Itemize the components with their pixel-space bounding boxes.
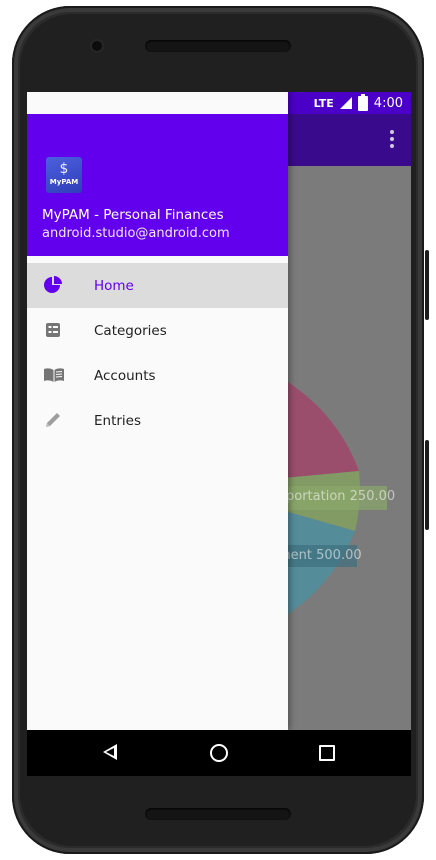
screen: portation 250.00 ment 500.00 N LTE 4:00 … [27, 92, 411, 776]
system-nav-bar [27, 730, 411, 776]
lte-icon: LTE [313, 96, 334, 110]
status-time: 4:00 [373, 95, 403, 111]
home-circle-icon[interactable] [210, 744, 228, 762]
battery-icon [357, 93, 368, 111]
drawer-app-name: MyPAM - Personal Finances [42, 207, 224, 223]
pencil-icon [46, 413, 60, 427]
list-icon [46, 323, 60, 337]
drawer-item-entries[interactable]: Entries [27, 398, 288, 443]
drawer-item-label: Accounts [94, 367, 156, 384]
earpiece-speaker [145, 40, 291, 52]
dollar-icon: $ [59, 161, 69, 177]
drawer-item-label: Home [94, 277, 134, 294]
drawer-item-label: Entries [94, 412, 142, 429]
drawer-menu: Home Categories Accounts Entries [27, 263, 288, 443]
volume-button [425, 250, 429, 320]
drawer-header: $ MyPAM MyPAM - Personal Finances androi… [27, 114, 288, 256]
front-camera [92, 41, 102, 51]
app-logo: $ MyPAM [46, 157, 82, 193]
pie-chart-icon [44, 276, 62, 293]
signal-icon [339, 97, 352, 109]
logo-text: MyPAM [49, 178, 79, 186]
book-icon [44, 368, 64, 382]
bottom-speaker [145, 808, 291, 820]
drawer-user-email: android.studio@android.com [42, 226, 230, 241]
power-button [425, 440, 429, 530]
pie-label-entertainment: ment 500.00 [278, 548, 362, 563]
navigation-drawer: $ MyPAM MyPAM - Personal Finances androi… [27, 92, 288, 730]
pie-label-transportation: portation 250.00 [286, 489, 396, 504]
overflow-menu-icon[interactable] [389, 130, 395, 150]
drawer-item-accounts[interactable]: Accounts [27, 353, 288, 398]
recent-apps-icon[interactable] [319, 745, 335, 761]
back-icon-inner [106, 747, 114, 756]
drawer-item-label: Categories [94, 322, 167, 339]
drawer-item-home[interactable]: Home [27, 263, 288, 308]
drawer-item-categories[interactable]: Categories [27, 308, 288, 353]
